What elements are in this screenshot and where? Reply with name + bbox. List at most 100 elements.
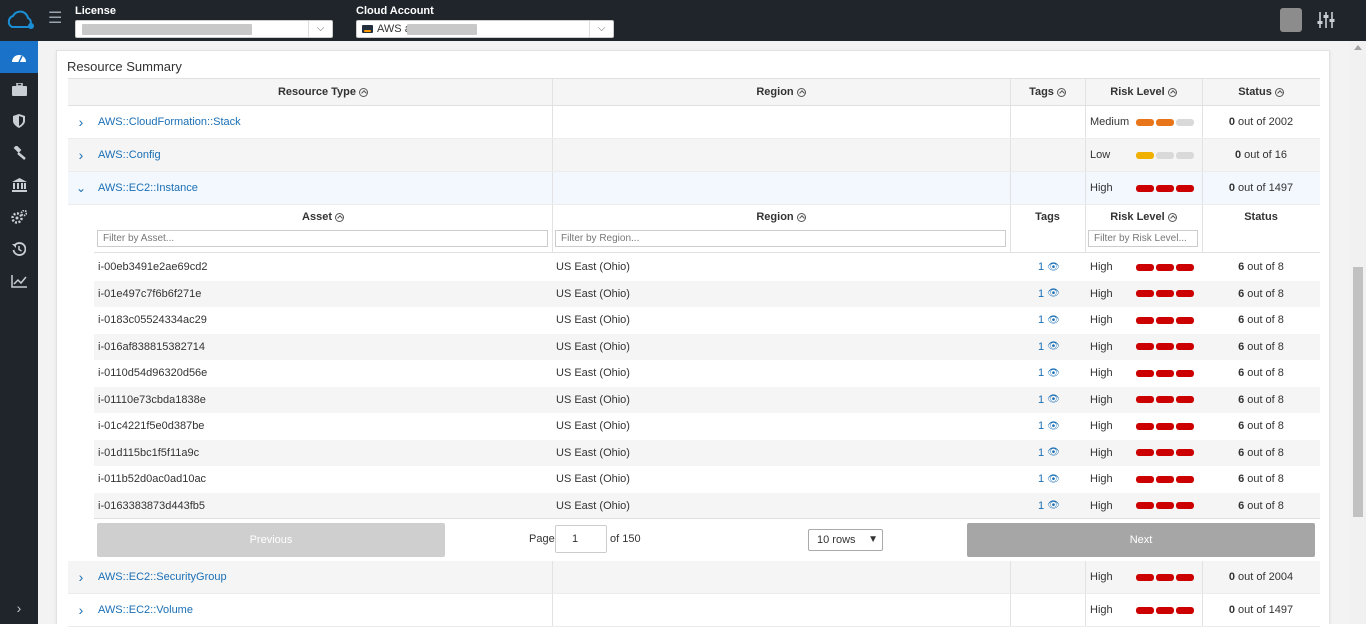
eye-icon[interactable]: 👁 xyxy=(1047,394,1060,405)
sidebar-item-briefcase[interactable] xyxy=(0,73,38,105)
asset-risk-header[interactable]: Risk Level xyxy=(1085,205,1202,229)
asset-row[interactable]: i-00eb3491e2ae69cd2 US East (Ohio) 1 👁 High 6… xyxy=(94,254,1320,281)
asset-region-header[interactable]: Region xyxy=(552,205,1010,229)
scroll-up-icon[interactable] xyxy=(1354,45,1362,50)
filter-asset-input[interactable]: Filter by Asset... xyxy=(97,230,548,247)
asset-tags-cell[interactable]: 1 👁 xyxy=(1038,281,1060,308)
eye-icon[interactable]: 👁 xyxy=(1047,500,1060,511)
asset-id[interactable]: i-01c4221f5e0d387be xyxy=(98,413,204,440)
filter-region-input[interactable]: Filter by Region... xyxy=(555,230,1006,247)
asset-id[interactable]: i-0183c05524334ac29 xyxy=(98,307,207,334)
expand-chevron-icon[interactable]: › xyxy=(68,139,94,171)
sidebar-item-compliance[interactable] xyxy=(0,137,38,169)
license-select[interactable]: ⌵ xyxy=(75,20,333,38)
sidebar-item-institution[interactable] xyxy=(0,169,38,201)
eye-icon[interactable]: 👁 xyxy=(1047,421,1060,432)
summary-row[interactable]: › AWS::Config Low 0 out of 16 xyxy=(68,139,1320,172)
resource-type-link[interactable]: AWS::EC2::Volume xyxy=(98,594,193,626)
asset-id[interactable]: i-0110d54d96320d56e xyxy=(98,360,207,387)
resource-type-link[interactable]: AWS::Config xyxy=(98,139,161,171)
resource-type-link[interactable]: AWS::EC2::SecurityGroup xyxy=(98,561,227,593)
tag-count[interactable]: 1 xyxy=(1038,288,1044,300)
vertical-scrollbar[interactable] xyxy=(1350,41,1366,624)
tag-count[interactable]: 1 xyxy=(1038,500,1044,512)
region-header[interactable]: Region xyxy=(552,79,1010,105)
asset-row[interactable]: i-0163383873d443fb5 US East (Ohio) 1 👁 High 6… xyxy=(94,492,1320,520)
resource-type-link[interactable]: AWS::EC2::Instance xyxy=(98,172,198,204)
tag-count[interactable]: 1 xyxy=(1038,420,1044,432)
status-header[interactable]: Status xyxy=(1202,79,1320,105)
expand-chevron-icon[interactable]: › xyxy=(68,561,94,593)
page-number-input[interactable]: 1 xyxy=(555,525,607,553)
previous-button[interactable]: Previous xyxy=(97,523,445,557)
summary-row[interactable]: ⌄ AWS::EC2::Instance High 0 out of 1497 xyxy=(68,172,1320,205)
sidebar-item-history[interactable] xyxy=(0,233,38,265)
asset-status-cell: 6 out of 8 xyxy=(1202,281,1320,308)
sidebar-item-dashboard[interactable] xyxy=(0,41,38,73)
asset-tags-cell[interactable]: 1 👁 xyxy=(1038,413,1060,440)
expand-chevron-icon[interactable]: › xyxy=(68,594,94,626)
asset-id[interactable]: i-016af838815382714 xyxy=(98,334,205,361)
sidebar-item-settings[interactable] xyxy=(0,201,38,233)
collapse-chevron-icon[interactable]: ⌄ xyxy=(68,172,94,204)
tag-count[interactable]: 1 xyxy=(1038,314,1044,326)
tag-count[interactable]: 1 xyxy=(1038,341,1044,353)
asset-id[interactable]: i-0163383873d443fb5 xyxy=(98,493,205,520)
rows-per-page-select[interactable]: 10 rows ▼ xyxy=(808,529,883,551)
asset-tags-cell[interactable]: 1 👁 xyxy=(1038,334,1060,361)
eye-icon[interactable]: 👁 xyxy=(1047,341,1060,352)
asset-id[interactable]: i-01110e73cbda1838e xyxy=(98,387,206,414)
risk-level-header[interactable]: Risk Level xyxy=(1085,79,1202,105)
next-button[interactable]: Next xyxy=(967,523,1315,557)
asset-tags-cell[interactable]: 1 👁 xyxy=(1038,254,1060,281)
asset-id[interactable]: i-011b52d0ac0ad10ac xyxy=(98,466,206,493)
risk-bar-segment xyxy=(1156,151,1174,159)
asset-row[interactable]: i-0110d54d96320d56e US East (Ohio) 1 👁 High 6… xyxy=(94,360,1320,387)
asset-tags-cell[interactable]: 1 👁 xyxy=(1038,466,1060,493)
tag-count[interactable]: 1 xyxy=(1038,261,1044,273)
sidebar-item-reports[interactable] xyxy=(0,265,38,297)
cloud-account-select[interactable]: AWS a ⌵ xyxy=(356,20,614,38)
eye-icon[interactable]: 👁 xyxy=(1047,262,1060,273)
asset-row[interactable]: i-0183c05524334ac29 US East (Ohio) 1 👁 High 6… xyxy=(94,307,1320,334)
sidebar-item-security[interactable] xyxy=(0,105,38,137)
eye-icon[interactable]: 👁 xyxy=(1047,368,1060,379)
tag-count[interactable]: 1 xyxy=(1038,473,1044,485)
tag-count[interactable]: 1 xyxy=(1038,447,1044,459)
asset-id[interactable]: i-01d115bc1f5f11a9c xyxy=(98,440,199,467)
asset-tags-cell[interactable]: 1 👁 xyxy=(1038,387,1060,414)
asset-row[interactable]: i-016af838815382714 US East (Ohio) 1 👁 High 6… xyxy=(94,333,1320,361)
hamburger-menu-icon[interactable]: ☰ xyxy=(48,11,64,28)
resource-type-link[interactable]: AWS::CloudFormation::Stack xyxy=(98,106,241,138)
asset-row[interactable]: i-01e497c7f6b6f271e US East (Ohio) 1 👁 High 6… xyxy=(94,280,1320,308)
cloud-logo-icon[interactable] xyxy=(4,8,36,34)
expand-sidebar-icon[interactable]: › xyxy=(0,592,38,624)
resource-type-header[interactable]: Resource Type xyxy=(94,79,552,105)
asset-tags-cell[interactable]: 1 👁 xyxy=(1038,360,1060,387)
tags-header[interactable]: Tags xyxy=(1010,79,1085,105)
avatar[interactable] xyxy=(1280,8,1302,32)
eye-icon[interactable]: 👁 xyxy=(1047,288,1060,299)
asset-tags-cell[interactable]: 1 👁 xyxy=(1038,440,1060,467)
asset-tags-cell[interactable]: 1 👁 xyxy=(1038,307,1060,334)
summary-row[interactable]: › AWS::EC2::Volume High 0 out of 1497 xyxy=(68,594,1320,627)
eye-icon[interactable]: 👁 xyxy=(1047,447,1060,458)
asset-row[interactable]: i-011b52d0ac0ad10ac US East (Ohio) 1 👁 High 6… xyxy=(94,466,1320,493)
filter-risk-input[interactable]: Filter by Risk Level... xyxy=(1088,230,1198,247)
asset-id[interactable]: i-00eb3491e2ae69cd2 xyxy=(98,254,208,281)
eye-icon[interactable]: 👁 xyxy=(1047,315,1060,326)
expand-chevron-icon[interactable]: › xyxy=(68,106,94,138)
sliders-icon[interactable] xyxy=(1317,10,1335,30)
tag-count[interactable]: 1 xyxy=(1038,394,1044,406)
asset-header[interactable]: Asset xyxy=(94,205,552,229)
asset-tags-cell[interactable]: 1 👁 xyxy=(1038,493,1060,520)
summary-row[interactable]: › AWS::CloudFormation::Stack Medium 0 out of… xyxy=(68,106,1320,139)
scrollbar-thumb[interactable] xyxy=(1353,267,1363,517)
tag-count[interactable]: 1 xyxy=(1038,367,1044,379)
summary-row[interactable]: › AWS::EC2::SecurityGroup High 0 out of 2004 xyxy=(68,561,1320,594)
asset-row[interactable]: i-01c4221f5e0d387be US East (Ohio) 1 👁 High 6… xyxy=(94,413,1320,440)
asset-row[interactable]: i-01110e73cbda1838e US East (Ohio) 1 👁 High 6… xyxy=(94,386,1320,414)
eye-icon[interactable]: 👁 xyxy=(1047,474,1060,485)
asset-row[interactable]: i-01d115bc1f5f11a9c US East (Ohio) 1 👁 High 6… xyxy=(94,439,1320,467)
asset-id[interactable]: i-01e497c7f6b6f271e xyxy=(98,281,201,308)
